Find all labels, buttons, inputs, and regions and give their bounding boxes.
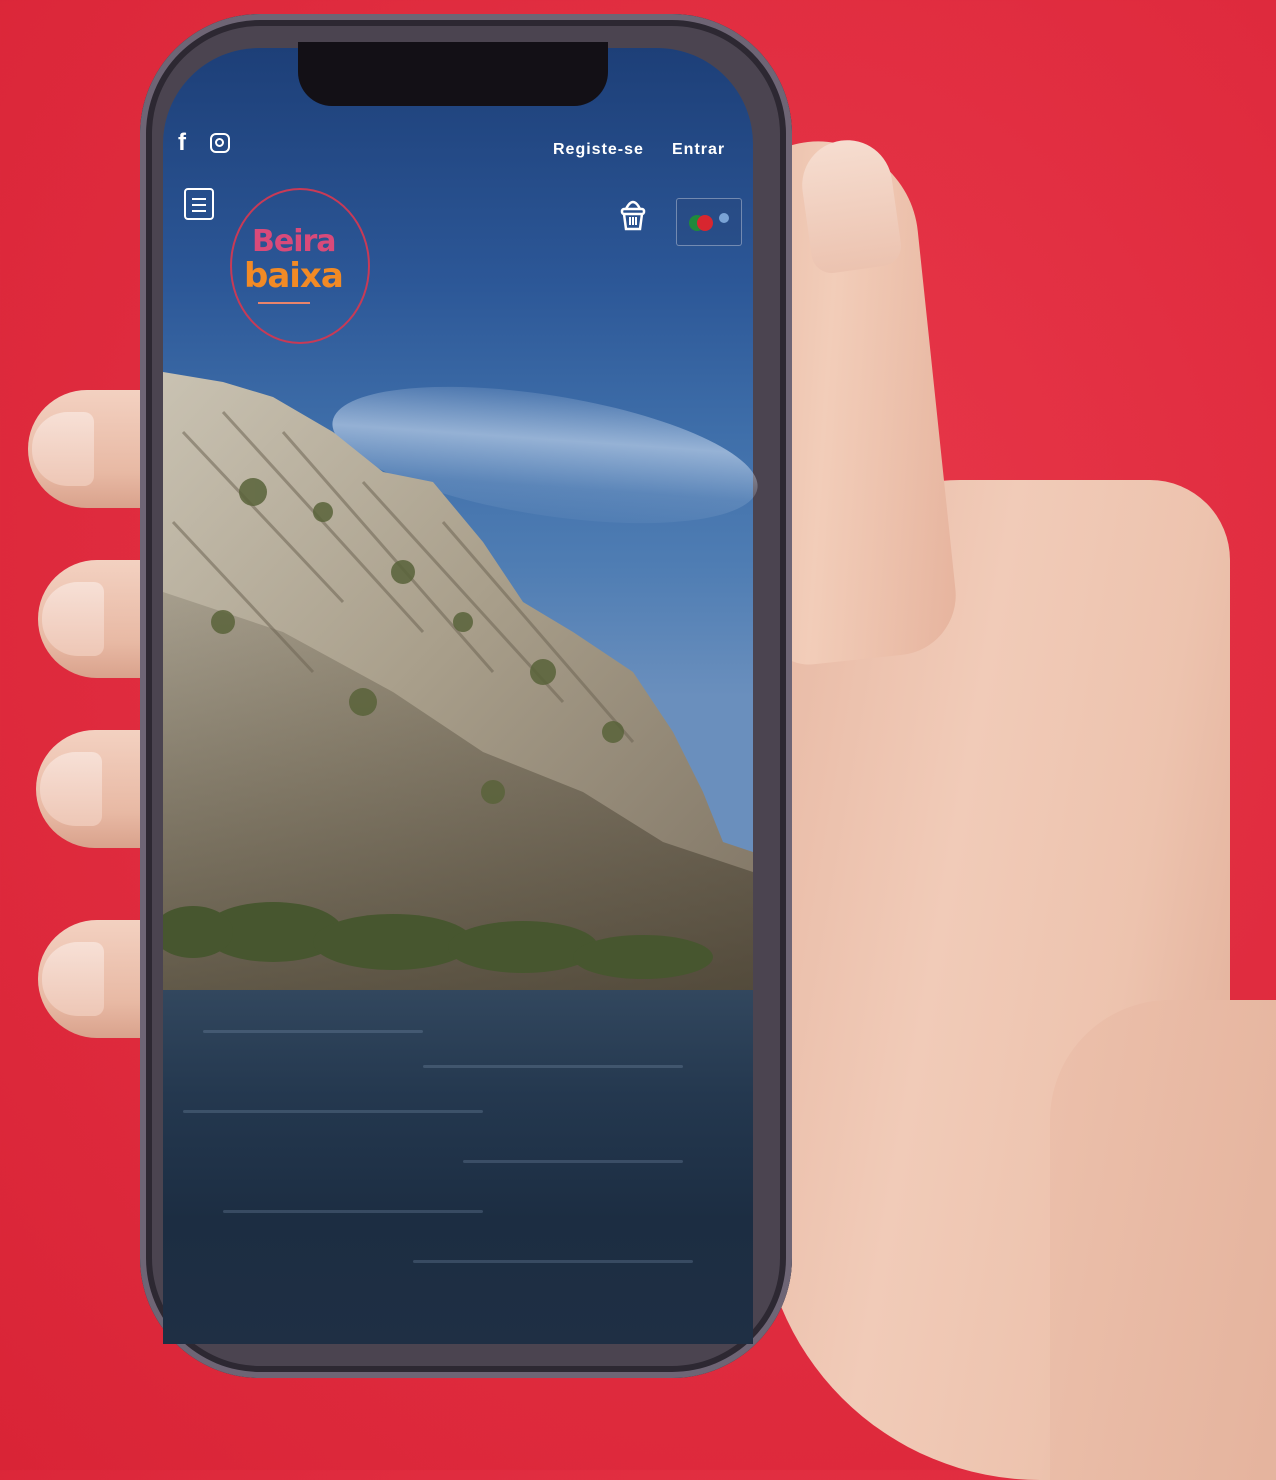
- phone-notch: [298, 42, 608, 106]
- hand-wrist: [1050, 1000, 1276, 1480]
- logo-underline: [258, 302, 310, 304]
- login-link[interactable]: Entrar: [672, 141, 725, 159]
- language-selector[interactable]: [676, 198, 742, 246]
- river-water: [163, 990, 753, 1344]
- logo-text-line2: baixa: [244, 256, 344, 296]
- register-link[interactable]: Registe-se: [553, 141, 644, 159]
- instagram-icon[interactable]: [210, 133, 230, 153]
- facebook-icon[interactable]: f: [178, 128, 186, 158]
- logo-text-line1: Beira: [252, 224, 337, 259]
- thumb-nail: [796, 134, 904, 276]
- basket-icon[interactable]: [618, 193, 648, 233]
- cliff-landscape: [163, 372, 753, 1002]
- hamburger-menu-icon[interactable]: [184, 188, 214, 220]
